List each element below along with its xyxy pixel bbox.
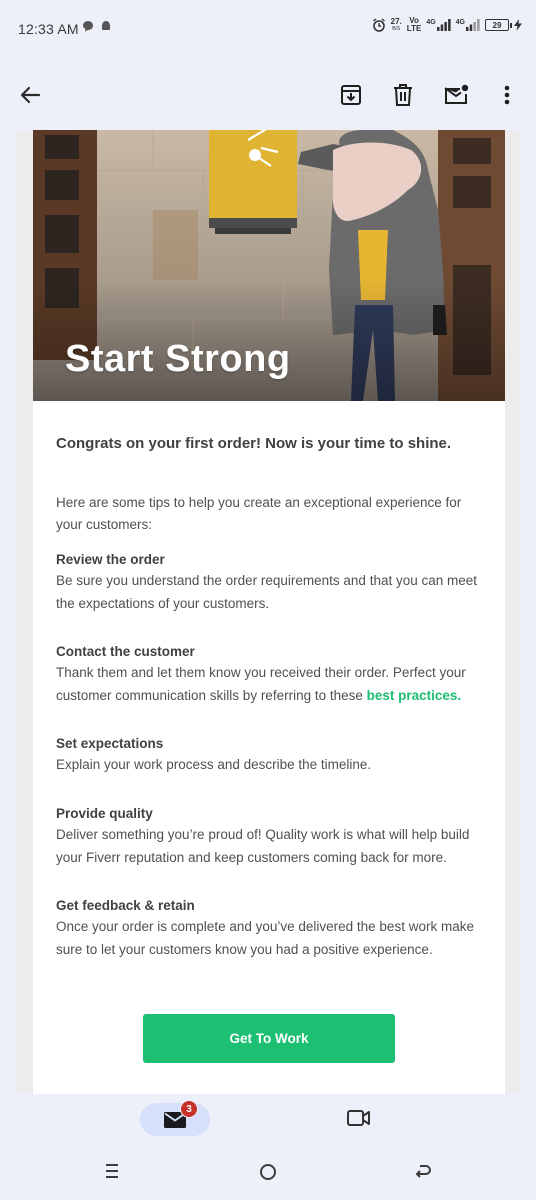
tip-provide-quality: Provide quality Deliver something you’re… <box>56 804 486 869</box>
back-icon <box>415 1165 431 1178</box>
tip-title: Provide quality <box>56 806 153 821</box>
bottom-nav: 3 <box>0 1094 536 1150</box>
more-options-button[interactable] <box>491 79 523 111</box>
tip-body: Be sure you understand the order require… <box>56 573 478 611</box>
tip-feedback-retain: Get feedback & retain Once your order is… <box>56 896 486 961</box>
tip-title: Contact the customer <box>56 644 195 659</box>
recents-button[interactable] <box>103 1162 121 1185</box>
home-button[interactable] <box>258 1162 278 1187</box>
email-content-card: Start Strong Congrats on your first orde… <box>33 130 505 1094</box>
tip-body: Once your order is complete and you’ve d… <box>56 919 474 957</box>
home-icon <box>260 1164 276 1180</box>
android-icon <box>102 21 110 30</box>
best-practices-link[interactable]: best practices. <box>367 688 462 703</box>
net2-label: 4G <box>455 19 465 26</box>
chat-bubble-icon <box>83 21 93 32</box>
tip-contact-customer: Contact the customer Thank them and let … <box>56 642 486 707</box>
intro-text: Here are some tips to help you create an… <box>56 495 462 532</box>
signal-1: 4G <box>426 19 451 31</box>
tip-title: Get feedback & retain <box>56 898 195 913</box>
hero-title: Start Strong <box>65 338 291 380</box>
charging-icon <box>514 19 522 31</box>
nav-meet[interactable] <box>346 1108 372 1133</box>
signal-bars-icon <box>466 19 480 31</box>
tip-body: Deliver something you’re proud of! Quali… <box>56 827 470 865</box>
recents-icon <box>106 1164 118 1178</box>
network-speed: 27. B/S <box>390 17 402 33</box>
hero-banner: Start Strong <box>33 130 505 401</box>
speed-unit: B/S <box>392 26 401 32</box>
email-body[interactable]: Start Strong Congrats on your first orde… <box>16 130 520 1094</box>
system-back-button[interactable] <box>414 1162 432 1185</box>
system-navigation <box>0 1150 536 1200</box>
email-toolbar <box>0 60 536 130</box>
status-bar: 12:33 AM 27. B/S Vo LTE 4G 4G 29 <box>0 0 536 60</box>
volte-indicator: Vo LTE <box>407 17 422 33</box>
email-side-right <box>503 130 520 1094</box>
tip-title: Review the order <box>56 552 165 567</box>
alarm-icon <box>372 18 385 32</box>
status-indicators: 27. B/S Vo LTE 4G 4G 29 <box>372 17 522 33</box>
viewport-margin-right <box>520 130 536 1094</box>
delete-button[interactable] <box>387 79 419 111</box>
signal-2: 4G <box>456 19 480 31</box>
intro-heading: Congrats on your first order! Now is you… <box>56 435 452 452</box>
arrow-back-icon <box>20 86 41 104</box>
volte-bottom: LTE <box>406 24 422 33</box>
nav-mail[interactable]: 3 <box>140 1100 210 1136</box>
battery-level: 29 <box>492 20 502 30</box>
tip-title: Set expectations <box>56 736 164 751</box>
trash-icon <box>394 84 412 106</box>
archive-icon <box>341 85 361 105</box>
back-button[interactable] <box>14 79 46 111</box>
status-time: 12:33 AM <box>18 21 79 37</box>
more-vert-icon <box>504 85 510 105</box>
net1-label: 4G <box>426 19 436 26</box>
mark-unread-icon <box>444 84 469 104</box>
mark-unread-button[interactable] <box>440 79 472 111</box>
email-side-left <box>16 130 33 1094</box>
get-to-work-button[interactable]: Get To Work <box>143 1014 395 1063</box>
video-camera-icon <box>347 1110 370 1126</box>
tip-body: Explain your work process and describe t… <box>56 757 372 772</box>
speed-value: 27. <box>390 17 402 26</box>
archive-button[interactable] <box>335 79 367 111</box>
tip-set-expectations: Set expectations Explain your work proce… <box>56 734 486 777</box>
tip-body: Thank them and let them know you receive… <box>56 662 486 707</box>
viewport-margin-left <box>0 130 16 1094</box>
battery-icon: 29 <box>485 19 512 31</box>
tip-review-order: Review the order Be sure you understand … <box>56 550 486 615</box>
unread-badge: 3 <box>180 1100 198 1118</box>
signal-bars-icon <box>436 19 451 31</box>
